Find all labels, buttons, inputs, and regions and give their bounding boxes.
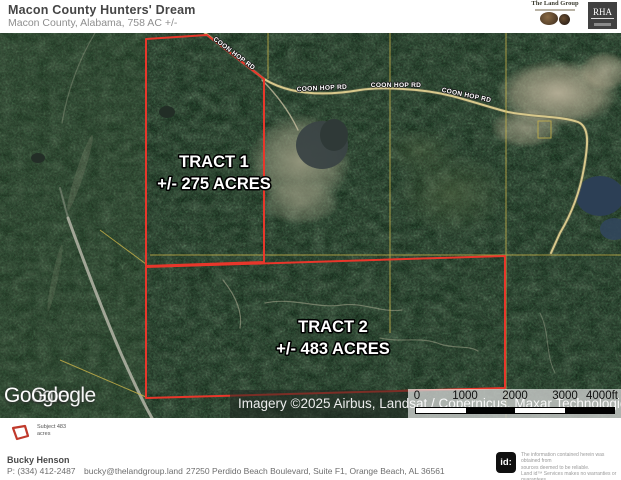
tract2-acreage-label: +/- 483 ACRES — [276, 340, 390, 358]
agent-phone: P: (334) 412-2487 — [7, 466, 76, 476]
land-group-photo-icon — [526, 12, 584, 27]
google-logo[interactable]: Google Google — [4, 382, 134, 408]
map-canvas: COON HOP RD COON HOP RD COON HOP RD COON… — [0, 33, 621, 418]
listing-flyer-page: Macon County Hunters' Dream Macon County… — [0, 0, 621, 480]
satellite-map[interactable]: COON HOP RD COON HOP RD COON HOP RD COON… — [0, 33, 621, 418]
rha-logo-bar — [594, 23, 611, 26]
tract1-name-label: TRACT 1 — [179, 153, 249, 171]
legend-label: Subject 483 acres — [37, 424, 81, 437]
office-address: 27250 Perdido Beach Boulevard, Suite F1,… — [186, 466, 445, 476]
land-group-logo-text: The Land Group — [526, 1, 584, 8]
rha-logo-text: RHA — [591, 7, 614, 19]
road-label-coon-hop-3: COON HOP RD — [371, 82, 421, 89]
land-group-logo: The Land Group — [526, 1, 584, 27]
tract1-acreage-label: +/- 275 ACRES — [157, 175, 271, 193]
tract2-name-label: TRACT 2 — [298, 318, 368, 336]
land-id-logo: id: — [496, 452, 516, 473]
scale-bar-segments — [415, 407, 615, 414]
land-group-tagline-bar — [535, 9, 575, 11]
google-logo-ghost: Google — [31, 384, 96, 408]
scale-tick-0: 0 — [414, 390, 420, 402]
scale-tick-2000: 2000 — [502, 390, 528, 402]
agent-email: bucky@thelandgroup.land — [84, 466, 183, 476]
page-subtitle: Macon County, Alabama, 758 AC +/- — [8, 17, 177, 29]
agent-name: Bucky Henson — [7, 455, 70, 465]
scale-tick-4000: 4000ft — [586, 390, 618, 402]
subject-parcel-icon — [10, 424, 32, 442]
rha-logo: RHA — [588, 2, 617, 29]
disclaimer-line: Land id™ Services makes no warranties or… — [521, 471, 619, 480]
scale-tick-3000: 3000 — [552, 390, 578, 402]
page-title: Macon County Hunters' Dream — [8, 3, 196, 17]
disclaimer-line: The information contained herein was obt… — [521, 452, 619, 465]
map-scale-bar: 0 1000 2000 3000 4000ft — [408, 389, 621, 418]
header: Macon County Hunters' Dream Macon County… — [0, 0, 621, 33]
scale-tick-1000: 1000 — [452, 390, 478, 402]
disclaimer-text: The information contained herein was obt… — [521, 452, 619, 480]
